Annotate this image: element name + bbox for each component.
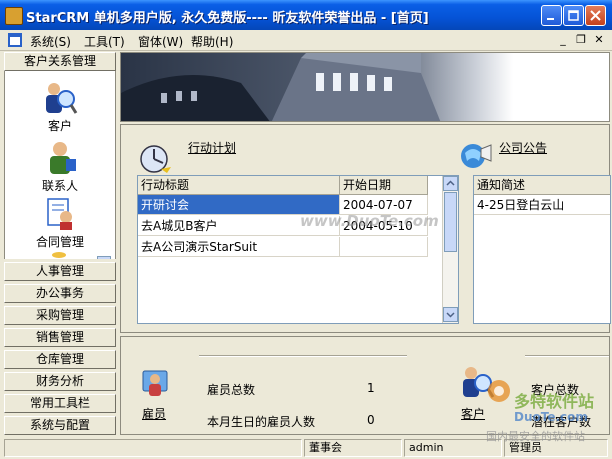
contract-icon [47, 198, 72, 230]
status-department: 董事会 [304, 439, 402, 457]
action-plan-icon [140, 145, 171, 173]
title-bar[interactable]: StarCRM 单机多用户版, 永久免费版---- 昕友软件荣誉出品 - [首页… [0, 0, 612, 30]
more-items-icon [52, 252, 66, 258]
announcement-title[interactable]: 公司公告 [499, 139, 547, 156]
minimize-icon [547, 18, 554, 20]
close-icon [590, 10, 601, 21]
status-pane-empty [4, 439, 302, 457]
sidebar-group-purchase[interactable]: 采购管理 [4, 306, 116, 325]
sidebar-item-label: 联系人 [41, 179, 78, 193]
table-row[interactable]: 4-25日登白云山 [474, 195, 610, 215]
chevron-down-icon [98, 257, 110, 259]
birthday-label: 本月生日的雇员人数 [207, 415, 316, 429]
divider [525, 355, 609, 357]
sidebar-group-sales[interactable]: 销售管理 [4, 328, 116, 347]
column-header-date[interactable]: 开始日期 [340, 176, 428, 195]
birthday-value: 0 [367, 413, 375, 427]
menu-system[interactable]: 系统(S) [30, 33, 71, 50]
header-banner [120, 52, 610, 122]
sidebar-item-label: 客户 [47, 119, 72, 133]
scroll-up-icon[interactable] [443, 176, 458, 191]
mdi-child-icon[interactable] [8, 33, 22, 47]
sidebar-item-contact[interactable]: 联系人 [5, 141, 115, 193]
sidebar: 客户关系管理 客户 联系人 合同管理 人事管理 办公事务 采购管理 销售管理 仓… [4, 52, 116, 435]
employee-total-value: 1 [367, 381, 375, 395]
close-button[interactable] [585, 5, 606, 26]
app-icon[interactable] [5, 7, 23, 25]
sidebar-group-hr[interactable]: 人事管理 [4, 262, 116, 281]
mdi-close-icon[interactable]: ✕ [592, 33, 606, 46]
sidebar-panel: 客户 联系人 合同管理 [4, 71, 116, 259]
sidebar-group-crm[interactable]: 客户关系管理 [4, 52, 116, 71]
sidebar-item-contract[interactable]: 合同管理 [5, 197, 115, 249]
employee-icon [142, 370, 168, 396]
watermark-brand: 多特软件站 [514, 392, 595, 411]
announcement-table[interactable]: 通知简述 4-25日登白云山 [473, 175, 611, 324]
action-plan-table[interactable]: 行动标题 开始日期 开研讨会 2004-07-07 去A城见B客户 2004-0… [137, 175, 459, 324]
table-row[interactable]: 去A公司演示StarSuit [138, 237, 340, 257]
banner-image [121, 53, 609, 121]
column-header-title[interactable]: 行动标题 [138, 176, 340, 195]
menu-help[interactable]: 帮助(H) [191, 33, 233, 50]
menu-window[interactable]: 窗体(W) [138, 33, 183, 50]
sidebar-group-office[interactable]: 办公事务 [4, 284, 116, 303]
sidebar-group-finance[interactable]: 财务分析 [4, 372, 116, 391]
mdi-restore-icon[interactable]: ❐ [574, 33, 588, 46]
customer-search-icon [46, 83, 78, 114]
contact-person-icon [50, 142, 76, 174]
sidebar-group-warehouse[interactable]: 仓库管理 [4, 350, 116, 369]
watermark-slogan: 国内最安全的软件站 [486, 430, 585, 443]
window-title: StarCRM 单机多用户版, 永久免费版---- 昕友软件荣誉出品 - [首页… [26, 11, 429, 26]
app-window: StarCRM 单机多用户版, 永久免费版---- 昕友软件荣誉出品 - [首页… [0, 0, 612, 459]
menu-tools[interactable]: 工具(T) [84, 33, 125, 50]
employee-link[interactable]: 雇员 [142, 405, 166, 422]
maximize-button[interactable] [563, 5, 584, 26]
scroll-down-icon[interactable] [443, 307, 458, 322]
employee-total-label: 雇员总数 [207, 383, 256, 397]
minimize-button[interactable] [541, 5, 562, 26]
mdi-minimize-icon[interactable]: _ [556, 33, 570, 46]
customer-link[interactable]: 客户 [461, 405, 485, 422]
announcement-icon [461, 144, 492, 168]
sidebar-scroll-down[interactable] [97, 256, 111, 259]
scroll-thumb[interactable] [444, 192, 457, 252]
sidebar-item-customer[interactable]: 客户 [5, 81, 115, 133]
watermark-site: DuoTe.com [514, 410, 588, 424]
maximize-icon [568, 10, 579, 21]
watermark-center: www.DuoTe.com [300, 212, 439, 230]
sidebar-group-toolbar[interactable]: 常用工具栏 [4, 394, 116, 413]
menu-bar: 系统(S) 工具(T) 窗体(W) 帮助(H) _ ❐ ✕ [0, 30, 612, 51]
action-plan-title[interactable]: 行动计划 [188, 139, 236, 156]
divider [199, 355, 407, 357]
table-cell-date[interactable] [340, 237, 428, 257]
plan-scrollbar[interactable] [442, 176, 458, 323]
column-header-notice[interactable]: 通知简述 [474, 176, 610, 195]
sidebar-item-label: 合同管理 [35, 235, 84, 249]
sidebar-group-system[interactable]: 系统与配置 [4, 416, 116, 435]
watermark-logo-icon [488, 380, 510, 402]
